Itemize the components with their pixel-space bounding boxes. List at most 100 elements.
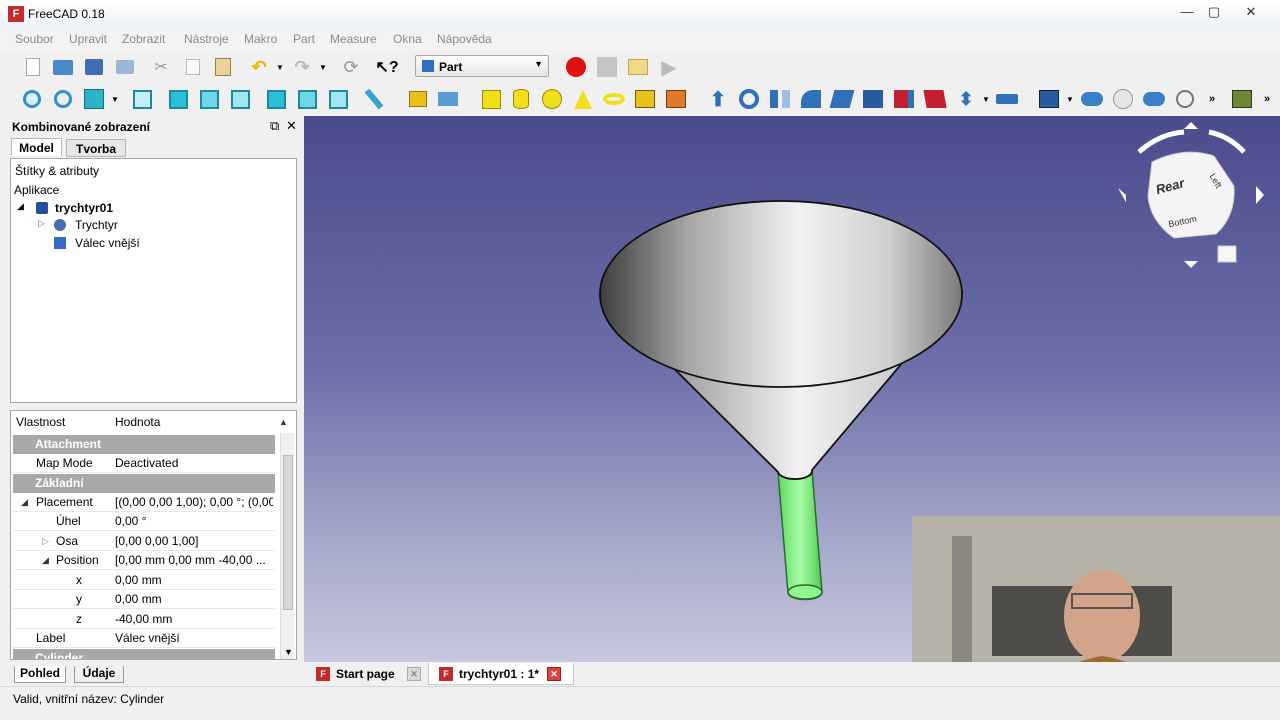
property-row-y[interactable]: y 0,00 mm <box>13 590 275 609</box>
open-folder-icon[interactable] <box>52 56 74 78</box>
fit-selection-icon[interactable] <box>52 88 74 110</box>
navigation-cube[interactable]: Rear Left Bottom <box>1118 122 1264 268</box>
menu-zobrazit[interactable]: Zobrazit <box>122 32 165 46</box>
nav-arrow-left-icon[interactable] <box>1118 188 1126 202</box>
ruled-surface-icon[interactable] <box>893 88 915 110</box>
sphere-primitive-icon[interactable] <box>541 88 563 110</box>
mirror-icon[interactable] <box>769 88 791 110</box>
shape-builder-icon[interactable] <box>665 88 687 110</box>
property-row-placement[interactable]: ◢ Placement [(0,00 0,00 1,00); 0,00 °; (… <box>13 493 275 512</box>
menu-makro[interactable]: Makro <box>244 32 277 46</box>
property-row-osa[interactable]: ▷ Osa [0,00 0,00 1,00] <box>13 532 275 551</box>
view-right-icon[interactable] <box>198 88 220 110</box>
expanded-icon[interactable]: ◢ <box>42 551 49 570</box>
fuse-icon[interactable] <box>1143 88 1165 110</box>
nav-arrow-right-icon[interactable] <box>1256 186 1264 204</box>
new-file-icon[interactable] <box>22 56 44 78</box>
view-front-icon[interactable] <box>131 88 153 110</box>
loft-icon[interactable] <box>923 88 947 110</box>
isometric-view-icon[interactable] <box>83 88 105 110</box>
whats-this-icon[interactable]: ↖? <box>375 56 398 78</box>
more-tools-icon[interactable]: » <box>1201 88 1223 110</box>
property-scrollbar[interactable]: ▼ <box>280 433 294 659</box>
run-macro-icon[interactable]: ▶ <box>658 56 680 79</box>
property-row-x[interactable]: x 0,00 mm <box>13 571 275 590</box>
measure-distance-icon[interactable] <box>363 88 385 110</box>
common-icon[interactable] <box>1174 88 1196 110</box>
property-group-zakladni[interactable]: Základní <box>13 474 275 493</box>
make-face-icon[interactable] <box>862 88 884 110</box>
menu-soubor[interactable]: Soubor <box>15 32 54 46</box>
minimize-icon[interactable]: — <box>1174 3 1200 21</box>
view-rear-icon[interactable] <box>229 88 251 110</box>
doc-tab-trychtyr01[interactable]: F trychtyr01 : 1* ✕ <box>428 663 574 685</box>
property-row-label[interactable]: Label Válec vnější <box>13 629 275 648</box>
tree-collapsed-icon[interactable]: ▷ <box>38 218 45 229</box>
cut-boolean-icon[interactable] <box>1112 88 1134 110</box>
tab-model[interactable]: Model <box>11 138 62 156</box>
save-as-icon[interactable] <box>114 56 136 78</box>
undock-icon[interactable]: ⧉ <box>270 118 279 134</box>
chamfer-icon[interactable] <box>829 88 855 110</box>
expanded-icon[interactable]: ◢ <box>21 493 28 512</box>
close-tab-icon[interactable]: ✕ <box>547 667 561 681</box>
property-row-uhel[interactable]: Úhel 0,00 ° <box>13 512 275 531</box>
edit-macro-icon[interactable] <box>627 56 649 78</box>
menu-okna[interactable]: Okna <box>393 32 422 46</box>
cylinder-primitive-icon[interactable] <box>510 88 532 110</box>
tree-item-document[interactable]: trychtyr01 <box>55 201 113 215</box>
property-group-cylinder[interactable]: Cylinder <box>13 649 275 659</box>
more-tools-2-icon[interactable]: » <box>1256 88 1278 110</box>
menu-part[interactable]: Part <box>293 32 315 46</box>
scroll-down-icon[interactable]: ▼ <box>284 647 293 657</box>
scrollbar-thumb[interactable] <box>283 455 293 610</box>
nav-cube-view-menu-icon[interactable] <box>1217 245 1237 263</box>
sweep-dropdown-icon[interactable]: ▼ <box>975 88 997 110</box>
offset-icon[interactable] <box>996 88 1018 110</box>
tree-item-trychtyr[interactable]: Trychtyr <box>75 218 118 232</box>
tree-expander-icon[interactable]: ◢ <box>17 201 24 212</box>
revolve-icon[interactable] <box>738 88 760 110</box>
rotate-left-arrow-icon[interactable] <box>1137 129 1185 154</box>
maximize-icon[interactable]: ▢ <box>1201 3 1227 21</box>
view-axonometric-icon[interactable] <box>327 88 349 110</box>
property-row-z[interactable]: z -40,00 mm <box>13 610 275 629</box>
tab-pohled[interactable]: Pohled <box>14 666 66 683</box>
menu-upravit[interactable]: Upravit <box>69 32 107 46</box>
close-tab-icon[interactable]: ✕ <box>407 667 421 681</box>
property-row-position[interactable]: ◢ Position [0,00 mm 0,00 mm -40,00 ... <box>13 551 275 570</box>
nav-arrow-down-icon[interactable] <box>1184 261 1198 268</box>
part-icon[interactable] <box>407 88 429 110</box>
view-bottom-icon[interactable] <box>265 88 287 110</box>
record-macro-icon[interactable] <box>565 56 587 78</box>
workbench-selector[interactable]: Part ▼ <box>415 55 549 77</box>
property-group-attachment[interactable]: Attachment <box>13 435 275 454</box>
redo-icon[interactable]: ↷ <box>291 56 313 78</box>
primitives-icon[interactable] <box>634 88 656 110</box>
fillet-icon[interactable] <box>800 88 822 110</box>
view-dropdown-icon[interactable]: ▼ <box>104 88 126 110</box>
cylinder-body[interactable] <box>777 469 823 601</box>
stop-macro-icon[interactable] <box>596 56 618 78</box>
rotate-right-arrow-icon[interactable] <box>1208 129 1246 154</box>
tab-udaje[interactable]: Údaje <box>74 666 124 683</box>
scroll-up-icon[interactable]: ▲ <box>279 417 288 427</box>
undo-icon[interactable]: ↶ <box>248 56 270 78</box>
nav-arrow-up-icon[interactable] <box>1184 122 1198 129</box>
fit-all-icon[interactable] <box>21 88 43 110</box>
menu-napoveda[interactable]: Nápověda <box>437 32 492 46</box>
refresh-icon[interactable]: ⟳ <box>340 56 362 78</box>
cone-primitive-icon[interactable] <box>572 88 594 110</box>
close-panel-icon[interactable]: ✕ <box>286 118 297 134</box>
sweep-icon[interactable]: ⬍ <box>955 88 977 110</box>
copy-icon[interactable] <box>182 56 204 78</box>
tree-item-valec[interactable]: Válec vnější <box>75 236 140 250</box>
folder-group-icon[interactable] <box>437 88 459 110</box>
cut-icon[interactable]: ✂ <box>150 56 172 78</box>
torus-primitive-icon[interactable] <box>603 88 625 110</box>
close-icon[interactable]: ✕ <box>1238 3 1264 21</box>
view-top-icon[interactable] <box>167 88 189 110</box>
cube-primitive-icon[interactable] <box>480 88 502 110</box>
extrude-icon[interactable]: ⬆ <box>707 88 729 111</box>
menu-measure[interactable]: Measure <box>330 32 377 46</box>
